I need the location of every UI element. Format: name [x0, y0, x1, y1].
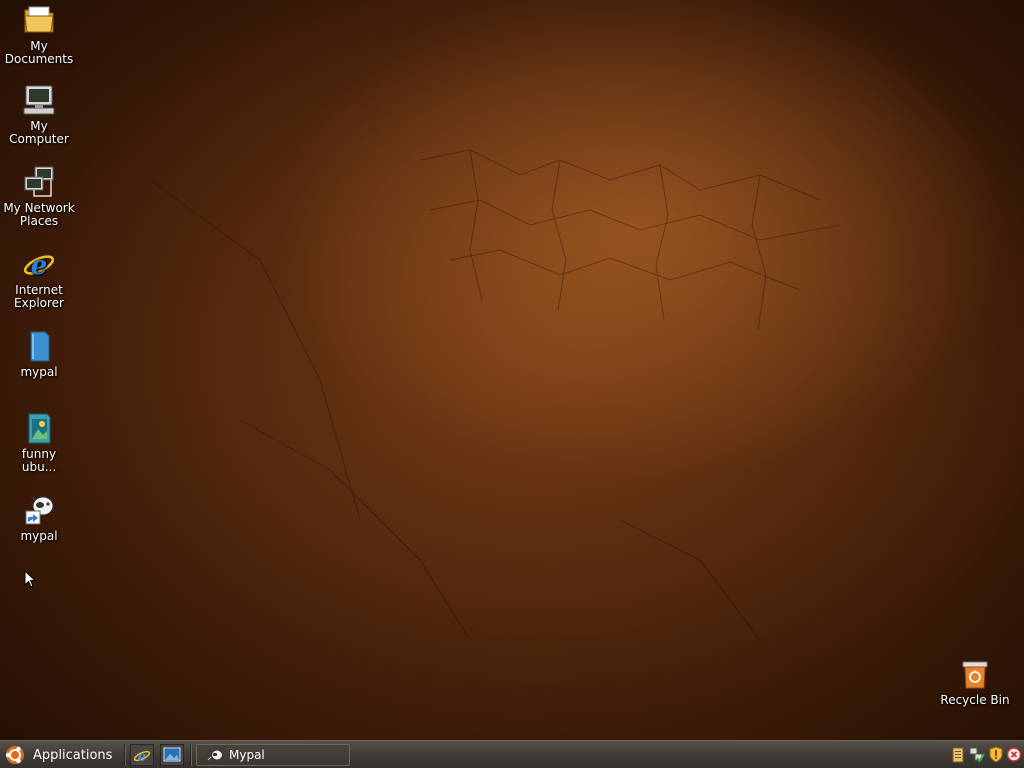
- icon-label-line2: ubu...: [21, 460, 57, 474]
- task-label: Mypal: [229, 748, 265, 762]
- internet-explorer-icon: e: [21, 246, 57, 282]
- svg-text:e: e: [31, 251, 48, 281]
- computer-icon: [21, 82, 57, 118]
- blue-file-icon: [21, 328, 57, 364]
- taskbar-separator: [190, 744, 192, 766]
- icon-label-line2: Explorer: [14, 296, 64, 310]
- security-shield-icon[interactable]: [988, 746, 1004, 763]
- mouse-pointer-icon: [24, 570, 36, 588]
- desktop-icon-mypal-shortcut[interactable]: mypal: [1, 492, 77, 543]
- icon-label-line1: Recycle Bin: [940, 693, 1010, 707]
- svg-text:e: e: [138, 749, 147, 764]
- taskbar-task-mypal[interactable]: Mypal: [196, 744, 350, 766]
- desktop-icon-my-documents[interactable]: My Documents: [1, 2, 77, 66]
- recycle-bin-icon: [957, 656, 993, 692]
- desktop-icon-my-network-places[interactable]: My Network Places: [1, 164, 77, 228]
- ubuntu-logo-icon: [5, 746, 24, 764]
- mypal-shortcut-icon: [21, 492, 57, 528]
- icon-label-line1: mypal: [20, 365, 58, 379]
- desktop-background[interactable]: My Documents My Computer My Network Plac…: [0, 0, 1024, 740]
- icon-label-line2: Documents: [4, 52, 74, 66]
- clipboard-icon[interactable]: [950, 746, 966, 763]
- wallpaper-texture: [149, 149, 841, 641]
- icon-label-line2: Places: [19, 214, 59, 228]
- desktop-icon-funny-ubu[interactable]: funny ubu...: [1, 410, 77, 474]
- icon-label-line1: mypal: [20, 529, 58, 543]
- mypal-app-icon: [207, 749, 223, 761]
- quick-launch-internet-explorer[interactable]: e: [130, 744, 154, 766]
- show-desktop-icon: [163, 747, 181, 762]
- applications-menu-button[interactable]: Applications: [4, 743, 112, 767]
- internet-explorer-icon: e: [133, 749, 151, 764]
- taskbar: Applications e Mypal: [0, 740, 1024, 768]
- desktop-icon-internet-explorer[interactable]: e Internet Explorer: [1, 246, 77, 310]
- desktop-icon-my-computer[interactable]: My Computer: [1, 82, 77, 146]
- taskbar-separator: [124, 744, 126, 766]
- close-circle-icon[interactable]: [1006, 746, 1022, 763]
- folder-documents-icon: [21, 2, 57, 38]
- desktop-icon-recycle-bin[interactable]: Recycle Bin: [937, 656, 1013, 707]
- icon-label-line2: Computer: [9, 132, 69, 146]
- applications-label: Applications: [33, 747, 113, 763]
- network-places-icon: [21, 164, 57, 200]
- image-file-icon: [21, 410, 57, 446]
- quick-launch-show-desktop[interactable]: [160, 744, 184, 766]
- network-status-icon[interactable]: [969, 746, 985, 763]
- desktop-icon-mypal-file[interactable]: mypal: [1, 328, 77, 379]
